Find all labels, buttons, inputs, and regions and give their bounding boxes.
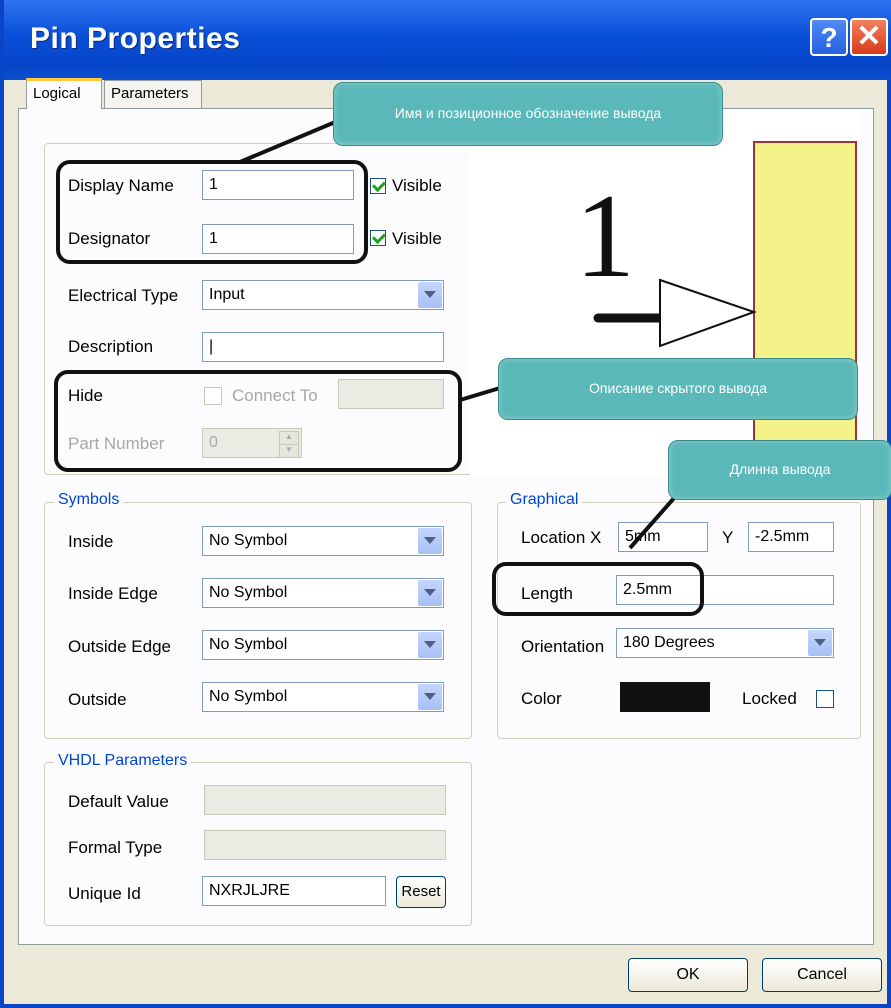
pin-preview: 1 <box>470 112 861 476</box>
cancel-button[interactable]: Cancel <box>762 958 882 992</box>
help-button[interactable]: ? <box>810 18 848 56</box>
vhdl-legend: VHDL Parameters <box>54 752 192 770</box>
inside-edge-symbol-select[interactable]: No Symbol <box>202 578 444 608</box>
formal-type-input[interactable] <box>204 830 446 860</box>
pin-arrow-graphic <box>593 141 857 475</box>
orientation-label: Orientation <box>521 637 605 656</box>
outside-symbol-value: No Symbol <box>209 688 288 705</box>
orientation-value: 180 Degrees <box>623 634 715 651</box>
tab-parameters[interactable]: Parameters <box>104 80 202 108</box>
electrical-type-select[interactable]: Input <box>202 280 444 310</box>
symbols-legend: Symbols <box>54 491 124 509</box>
color-label: Color <box>521 689 562 708</box>
chevron-down-icon[interactable] <box>418 528 442 554</box>
designator-visible-checkbox[interactable] <box>370 230 386 246</box>
locked-checkbox[interactable] <box>816 690 834 708</box>
inside-edge-symbol-value: No Symbol <box>209 584 288 601</box>
dialog-title: Pin Properties <box>30 22 241 55</box>
outside-edge-symbol-value: No Symbol <box>209 636 288 653</box>
highlight-name-designator <box>56 160 368 264</box>
display-name-visible-checkbox[interactable] <box>370 178 386 194</box>
reset-button[interactable]: Reset <box>396 876 446 908</box>
unique-id-input[interactable]: NXRJLJRE <box>202 876 386 906</box>
inside-symbol-select[interactable]: No Symbol <box>202 526 444 556</box>
chevron-down-icon[interactable] <box>418 632 442 658</box>
location-x-input[interactable]: 5mm <box>618 522 708 552</box>
formal-type-label: Formal Type <box>68 838 163 857</box>
callout-name-designator: Имя и позиционное обозначение вывода <box>333 82 723 146</box>
outside-edge-symbol-select[interactable]: No Symbol <box>202 630 444 660</box>
tab-logical[interactable]: Logical <box>26 78 102 109</box>
callout-hidden-pin: Описание скрытого вывода <box>498 358 858 420</box>
chevron-down-icon[interactable] <box>418 684 442 710</box>
ok-button[interactable]: OK <box>628 958 748 992</box>
close-button[interactable]: ✕ <box>850 18 888 56</box>
inside-label: Inside <box>68 532 114 551</box>
chevron-down-icon[interactable] <box>808 630 832 656</box>
electrical-type-value: Input <box>209 286 245 303</box>
description-label: Description <box>68 337 154 356</box>
default-value-label: Default Value <box>68 792 169 811</box>
inside-edge-label: Inside Edge <box>68 584 158 603</box>
pin-arrow-icon <box>659 278 758 348</box>
graphical-legend: Graphical <box>506 491 583 509</box>
outside-label: Outside <box>68 690 127 709</box>
chevron-down-icon[interactable] <box>418 580 442 606</box>
highlight-length <box>492 562 704 616</box>
outside-symbol-select[interactable]: No Symbol <box>202 682 444 712</box>
inside-symbol-value: No Symbol <box>209 532 288 549</box>
callout-pin-length: Длинна вывода <box>668 440 891 500</box>
location-x-label: Location X <box>521 528 602 547</box>
display-name-visible-label: Visible <box>392 176 442 195</box>
title-bar: Pin Properties ? ✕ <box>4 0 891 80</box>
color-swatch[interactable] <box>620 682 710 712</box>
component-body <box>753 141 857 475</box>
electrical-type-label: Electrical Type <box>68 286 179 305</box>
location-y-label: Y <box>722 528 734 547</box>
chevron-down-icon[interactable] <box>418 282 442 308</box>
outside-edge-label: Outside Edge <box>68 637 172 656</box>
default-value-input[interactable] <box>204 785 446 815</box>
orientation-select[interactable]: 180 Degrees <box>616 628 834 658</box>
unique-id-label: Unique Id <box>68 884 141 903</box>
location-y-input[interactable]: -2.5mm <box>748 522 834 552</box>
designator-visible-label: Visible <box>392 229 442 248</box>
highlight-hide <box>54 370 462 472</box>
locked-label: Locked <box>742 689 797 708</box>
description-input[interactable]: | <box>202 332 444 362</box>
